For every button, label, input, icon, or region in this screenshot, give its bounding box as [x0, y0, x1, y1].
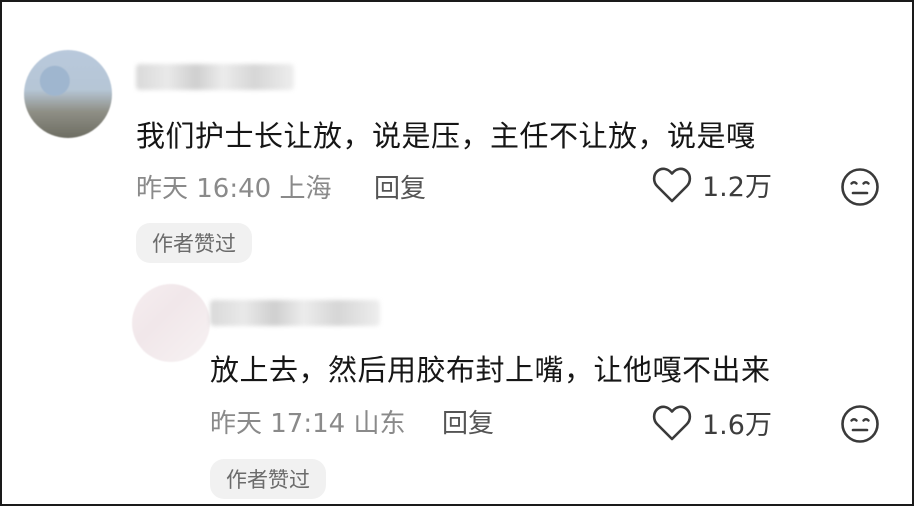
comment-meta: 昨天 16:40 上海 [136, 174, 332, 204]
comment-meta: 昨天 17:14 山东 [210, 409, 406, 439]
username-blurred[interactable] [136, 64, 294, 90]
like-count: 1.2万 [702, 172, 772, 203]
avatar[interactable] [24, 50, 112, 138]
meh-face-icon[interactable] [840, 404, 880, 444]
author-liked-badge: 作者赞过 [136, 223, 252, 263]
like-count: 1.6万 [702, 410, 772, 441]
avatar[interactable] [132, 284, 210, 362]
reply-button[interactable]: 回复 [374, 168, 426, 205]
heart-icon [652, 405, 692, 440]
meh-face-icon[interactable] [840, 167, 880, 207]
author-liked-badge: 作者赞过 [210, 459, 326, 499]
comment-text: 放上去，然后用胶布封上嘴，让他嘎不出来 [210, 353, 771, 387]
username-blurred[interactable] [210, 300, 380, 326]
like-button[interactable]: 1.6万 [652, 403, 772, 442]
comment-panel: 我们护士长让放，说是压，主任不让放，说是嘎 昨天 16:40 上海 回复 1.2… [0, 0, 914, 506]
heart-icon [652, 167, 692, 202]
reply-button[interactable]: 回复 [442, 403, 494, 440]
comment-text: 我们护士长让放，说是压，主任不让放，说是嘎 [136, 119, 756, 153]
like-button[interactable]: 1.2万 [652, 165, 772, 204]
